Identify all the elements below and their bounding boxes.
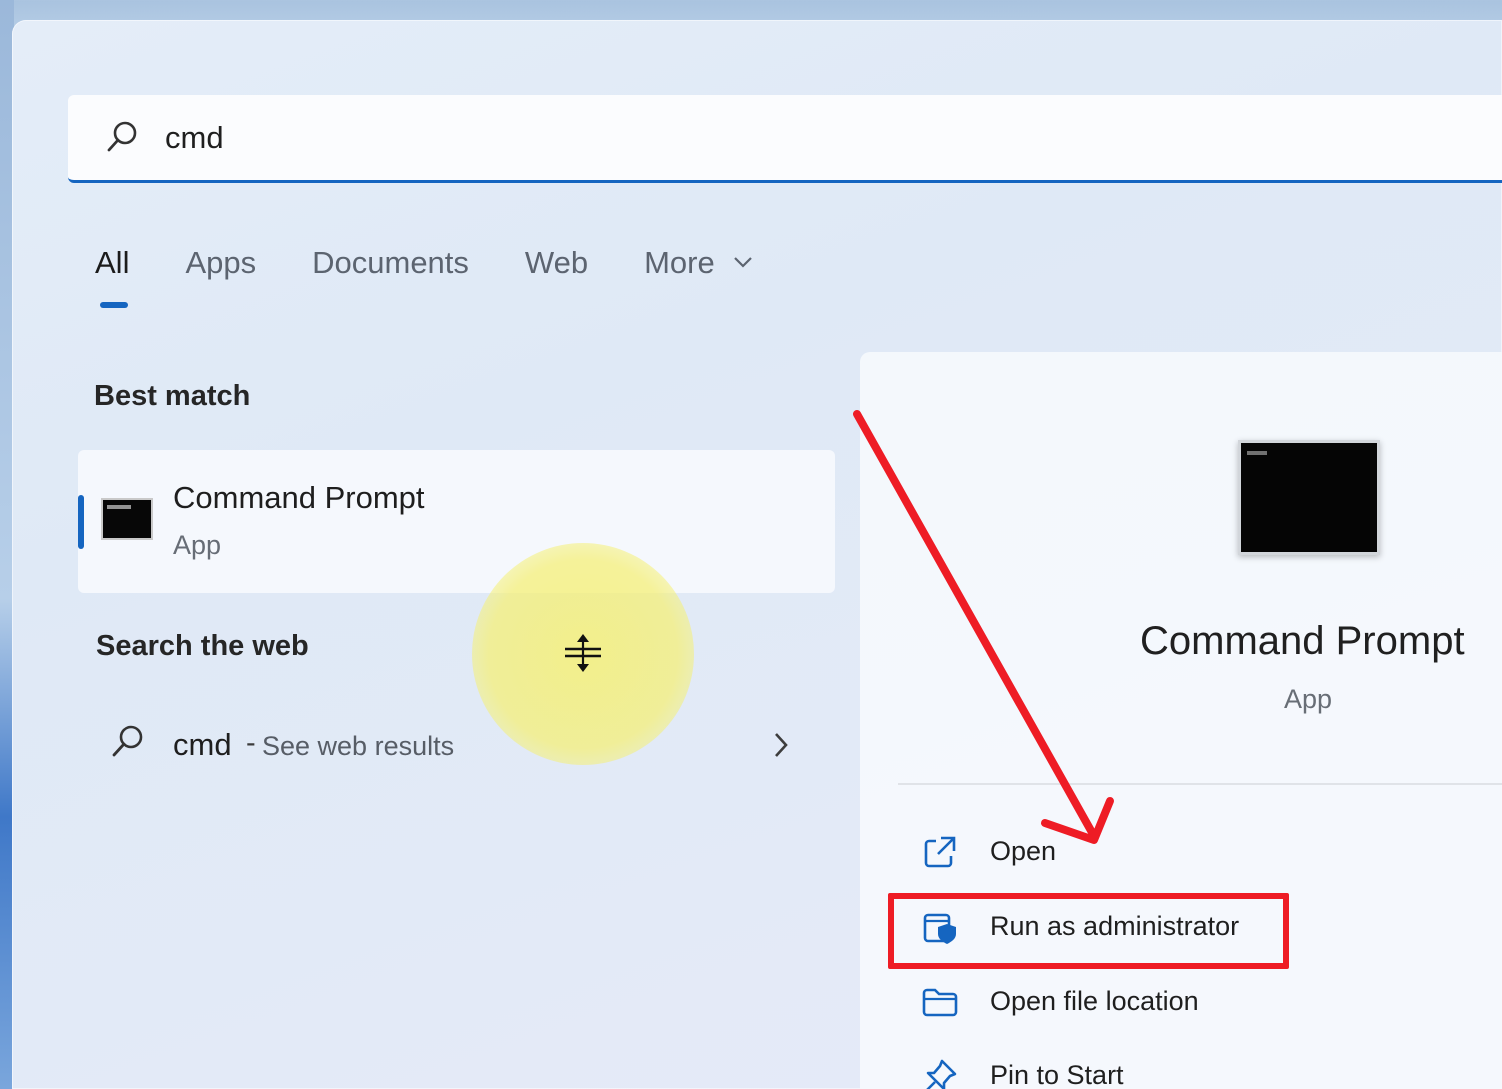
annotation-highlight-box <box>888 893 1289 969</box>
best-match-result[interactable]: Command Prompt App <box>78 450 835 593</box>
tab-more[interactable]: More <box>644 245 753 305</box>
best-match-heading: Best match <box>94 380 251 412</box>
web-separator: - <box>246 727 256 759</box>
details-divider <box>898 783 1502 785</box>
search-icon <box>107 121 137 152</box>
action-open-file-location-label: Open file location <box>990 986 1199 1016</box>
tab-all[interactable]: All <box>95 245 130 308</box>
resize-cursor-icon <box>565 634 601 672</box>
tab-documents-label: Documents <box>312 245 469 280</box>
search-icon <box>112 725 143 757</box>
details-pane: Command Prompt App Open Run as administr… <box>860 352 1502 1089</box>
folder-icon <box>922 988 958 1017</box>
command-prompt-icon <box>101 498 153 540</box>
tab-apps-label: Apps <box>185 245 257 280</box>
tab-apps[interactable]: Apps <box>185 245 256 305</box>
tab-web-label: Web <box>524 245 589 280</box>
web-query: cmd <box>173 727 232 762</box>
search-filter-tabs: All Apps Documents Web More <box>95 245 809 315</box>
web-search-result[interactable]: cmd - See web results <box>78 700 835 790</box>
action-pin-to-start[interactable]: Pin to Start <box>920 1052 1420 1089</box>
command-prompt-large-icon <box>1238 440 1380 555</box>
details-subtitle: App <box>1284 684 1333 714</box>
action-open[interactable]: Open <box>920 828 1420 878</box>
search-box[interactable] <box>68 95 1502 183</box>
open-external-icon <box>924 836 956 868</box>
chevron-right-icon <box>775 733 788 757</box>
details-title: Command Prompt <box>1140 619 1465 663</box>
search-web-heading: Search the web <box>96 630 309 662</box>
tab-documents[interactable]: Documents <box>312 245 469 305</box>
best-match-title: Command Prompt <box>173 480 425 515</box>
chevron-down-icon <box>734 257 753 268</box>
web-hint: See web results <box>262 731 455 761</box>
pin-icon <box>926 1059 957 1089</box>
tab-more-label: More <box>644 245 715 280</box>
action-open-label: Open <box>990 836 1057 866</box>
action-pin-to-start-label: Pin to Start <box>990 1060 1124 1089</box>
selection-indicator <box>78 495 84 549</box>
action-open-file-location[interactable]: Open file location <box>920 978 1420 1028</box>
tab-all-label: All <box>95 245 130 280</box>
best-match-subtitle: App <box>173 530 222 560</box>
search-input[interactable] <box>163 113 1367 163</box>
tab-web[interactable]: Web <box>525 245 588 305</box>
